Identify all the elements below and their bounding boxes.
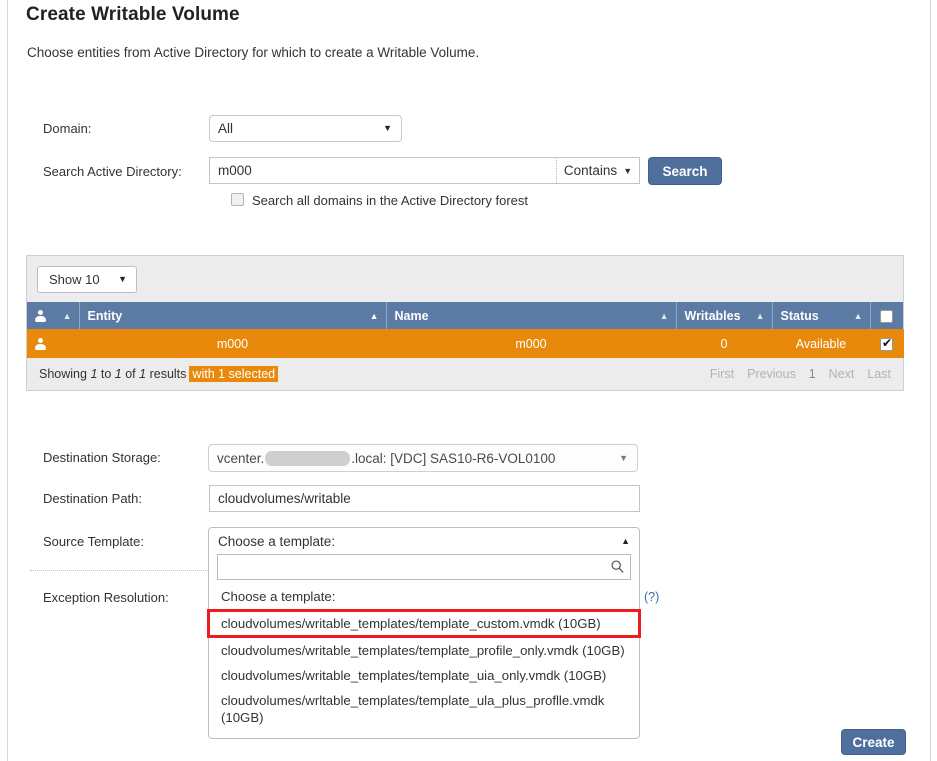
template-option-custom[interactable]: cloudvolumes/writable_templates/template… bbox=[207, 609, 641, 638]
search-button-label: Search bbox=[662, 163, 708, 179]
template-option-uia-plus-profile[interactable]: cloudvolumes/wrltable_templates/template… bbox=[209, 688, 639, 730]
source-template-label: Source Template: bbox=[43, 534, 144, 549]
column-header-name[interactable]: Name ▲ bbox=[386, 302, 677, 329]
showing-of-word: of bbox=[125, 367, 136, 381]
show-count-select[interactable]: Show 10 ▼ bbox=[37, 265, 137, 293]
showing-results-text: Showing 1 to 1 of 1 results with 1 select… bbox=[39, 366, 279, 382]
selected-badge: with 1 selected bbox=[189, 366, 279, 382]
template-option-uia-only[interactable]: cloudvolumes/writable_templates/template… bbox=[209, 663, 639, 688]
sort-asc-icon: ▲ bbox=[369, 310, 379, 321]
source-template-dropdown: Choose a template: ▲ Choose a template: … bbox=[207, 527, 641, 739]
person-icon bbox=[35, 338, 46, 351]
destination-storage-suffix: .local: [VDC] SAS10-R6-VOL0100 bbox=[351, 450, 556, 466]
pagination: First Previous 1 Next Last bbox=[710, 367, 891, 381]
pagination-next[interactable]: Next bbox=[829, 367, 855, 381]
showing-to-word: to bbox=[100, 367, 112, 381]
table-toolbar: Show 10 ▼ bbox=[27, 256, 903, 302]
page-subtitle: Choose entities from Active Directory fo… bbox=[27, 45, 480, 60]
destination-storage-select[interactable]: vcenter. .local: [VDC] SAS10-R6-VOL0100 … bbox=[208, 444, 638, 472]
template-search-wrapper bbox=[217, 554, 631, 580]
showing-suffix: results bbox=[149, 367, 187, 381]
column-header-entity-label: Entity bbox=[87, 308, 123, 323]
row-entity-icon-cell bbox=[27, 329, 80, 358]
create-button[interactable]: Create bbox=[841, 729, 906, 755]
show-count-value: Show 10 bbox=[49, 271, 100, 287]
destination-storage-prefix: vcenter. bbox=[217, 450, 265, 466]
template-search-input[interactable] bbox=[218, 555, 630, 579]
pagination-first[interactable]: First bbox=[710, 367, 734, 381]
exception-help-link[interactable]: (?) bbox=[644, 590, 659, 604]
domain-select-value: All bbox=[218, 121, 234, 136]
page-title: Create Writable Volume bbox=[26, 4, 240, 25]
table-footer: Showing 1 to 1 of 1 results with 1 select… bbox=[27, 358, 903, 390]
table-header-row: ▲ Entity ▲ Name ▲ Writables ▲ Status ▲ bbox=[27, 302, 903, 329]
chevron-down-icon: ▼ bbox=[623, 165, 633, 176]
column-header-entity-icon[interactable]: ▲ bbox=[27, 302, 80, 329]
sort-asc-icon: ▲ bbox=[755, 310, 765, 321]
search-scope-value: Contains bbox=[563, 163, 618, 178]
template-option-profile-only[interactable]: cloudvolumes/writable_templates/template… bbox=[209, 638, 639, 663]
column-header-writables-label: Writables bbox=[684, 308, 741, 323]
row-status-cell: Available bbox=[772, 329, 871, 358]
sort-asc-icon: ▲ bbox=[659, 310, 669, 321]
column-header-entity[interactable]: Entity ▲ bbox=[79, 302, 387, 329]
page-left-border bbox=[7, 0, 8, 761]
search-scope-select[interactable]: Contains ▼ bbox=[556, 158, 639, 183]
column-header-writables[interactable]: Writables ▲ bbox=[676, 302, 773, 329]
column-header-name-label: Name bbox=[394, 308, 429, 323]
select-all-checkbox[interactable] bbox=[880, 309, 894, 323]
table-row[interactable]: m000 m000 0 Available bbox=[27, 329, 904, 358]
search-ad-label: Search Active Directory: bbox=[43, 164, 182, 179]
row-select-checkbox[interactable] bbox=[880, 337, 893, 351]
row-entity-cell: m000 bbox=[79, 329, 387, 358]
sort-asc-icon: ▲ bbox=[62, 310, 72, 321]
destination-storage-label: Destination Storage: bbox=[43, 450, 161, 465]
source-template-selected-value-row[interactable]: Choose a template: ▲ bbox=[209, 528, 639, 554]
exception-resolution-label: Exception Resolution: bbox=[43, 590, 169, 605]
create-button-label: Create bbox=[852, 734, 895, 750]
chevron-up-icon: ▲ bbox=[621, 536, 630, 546]
search-all-domains-label: Search all domains in the Active Directo… bbox=[252, 193, 529, 208]
destination-path-label: Destination Path: bbox=[43, 491, 143, 506]
domain-label: Domain: bbox=[43, 121, 92, 136]
chevron-down-icon: ▼ bbox=[383, 123, 392, 133]
column-header-select-all[interactable] bbox=[870, 302, 903, 329]
chevron-down-icon: ▼ bbox=[118, 274, 127, 284]
column-header-status-label: Status bbox=[780, 308, 819, 323]
row-name-cell: m000 bbox=[386, 329, 677, 358]
entities-table: ▲ Entity ▲ Name ▲ Writables ▲ Status ▲ m… bbox=[27, 302, 904, 358]
domain-select[interactable]: All ▼ bbox=[209, 115, 402, 142]
destination-path-value: cloudvolumes/writable bbox=[218, 491, 351, 506]
column-header-status[interactable]: Status ▲ bbox=[772, 302, 871, 329]
chevron-down-icon: ▼ bbox=[619, 453, 628, 463]
pagination-previous[interactable]: Previous bbox=[747, 367, 796, 381]
results-panel: Show 10 ▼ ▲ Entity ▲ Name ▲ Writables ▲ … bbox=[26, 255, 904, 391]
showing-from: 1 bbox=[90, 367, 98, 381]
search-input-value: m000 bbox=[218, 163, 252, 178]
template-option-placeholder[interactable]: Choose a template: bbox=[209, 584, 639, 609]
showing-prefix: Showing bbox=[39, 367, 87, 381]
search-button[interactable]: Search bbox=[648, 157, 722, 185]
sort-asc-icon: ▲ bbox=[853, 310, 863, 321]
showing-to: 1 bbox=[114, 367, 122, 381]
pagination-page-1[interactable]: 1 bbox=[809, 367, 816, 381]
row-select-cell bbox=[870, 329, 904, 358]
page-right-border bbox=[930, 0, 931, 761]
template-option-list: Choose a template: cloudvolumes/writable… bbox=[207, 580, 641, 738]
destination-path-input[interactable]: cloudvolumes/writable bbox=[209, 485, 640, 512]
search-all-domains-checkbox[interactable] bbox=[231, 193, 244, 206]
row-writables-cell: 0 bbox=[676, 329, 773, 358]
showing-total: 1 bbox=[139, 367, 147, 381]
person-icon bbox=[35, 310, 46, 323]
redacted-hostname bbox=[265, 450, 351, 466]
pagination-last[interactable]: Last bbox=[867, 367, 891, 381]
source-template-selected-value: Choose a template: bbox=[218, 533, 336, 549]
search-icon bbox=[611, 560, 624, 573]
